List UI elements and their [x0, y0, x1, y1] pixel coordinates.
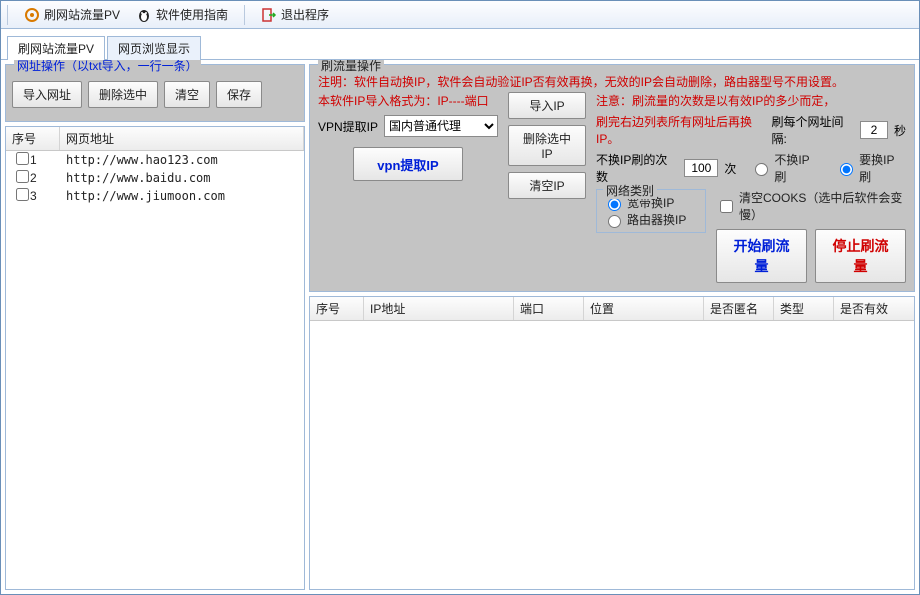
brush-ops-legend: 刷流量操作 [318, 59, 384, 74]
radio-change-ip[interactable]: 要换IP刷 [835, 151, 906, 185]
delete-selected-url-button[interactable]: 删除选中 [88, 81, 158, 108]
url-list-header: 序号 网页地址 [6, 127, 304, 151]
row-url: http://www.jiumoon.com [60, 189, 304, 203]
clear-ip-button[interactable]: 清空IP [508, 172, 586, 199]
import-url-button[interactable]: 导入网址 [12, 81, 82, 108]
right-panel: 刷流量操作 注明：软件自动换IP，软件会自动验证IP否有效再换，无效的IP会自动… [309, 64, 915, 590]
table-row[interactable]: 1http://www.hao123.com [6, 151, 304, 169]
save-url-button[interactable]: 保存 [216, 81, 262, 108]
exit-icon [261, 7, 277, 23]
toolbar-exit[interactable]: 退出程序 [261, 6, 329, 23]
clear-url-button[interactable]: 清空 [164, 81, 210, 108]
import-ip-button[interactable]: 导入IP [508, 92, 586, 119]
tab-bar: 刷网站流量PV 网页浏览显示 [1, 35, 919, 59]
brush-ops-group: 刷流量操作 注明：软件自动换IP，软件会自动验证IP否有效再换，无效的IP会自动… [309, 64, 915, 292]
col-ip-addr[interactable]: IP地址 [364, 297, 514, 320]
left-panel: 网址操作（以txt导入，一行一条） 导入网址 删除选中 清空 保存 序号 网页地… [5, 64, 305, 590]
url-ops-buttons: 导入网址 删除选中 清空 保存 [12, 81, 298, 108]
table-row[interactable]: 3http://www.jiumoon.com [6, 187, 304, 205]
col-idx[interactable]: 序号 [6, 127, 60, 150]
col-ip-type[interactable]: 类型 [774, 297, 834, 320]
url-list-body[interactable]: 1http://www.hao123.com2http://www.baidu.… [6, 151, 304, 589]
noip-count-input[interactable] [684, 159, 718, 177]
col-ip-anon[interactable]: 是否匿名 [704, 297, 774, 320]
col-ip-valid[interactable]: 是否有效 [834, 297, 914, 320]
client-area: 网址操作（以txt导入，一行一条） 导入网址 删除选中 清空 保存 序号 网页地… [1, 59, 919, 594]
warn-replace: 刷完右边列表所有网址后再换IP。 [596, 113, 765, 147]
vpn-fetch-button[interactable]: vpn提取IP [353, 147, 463, 181]
stop-brush-button[interactable]: 停止刷流量 [815, 229, 906, 283]
tab-browse[interactable]: 网页浏览显示 [107, 36, 201, 60]
start-brush-button[interactable]: 开始刷流量 [716, 229, 807, 283]
noip-count-label-b: 次 [724, 160, 736, 177]
note-format: 本软件IP导入格式为：IP----端口 [318, 92, 498, 109]
interval-input[interactable] [860, 121, 888, 139]
net-type-legend: 网络类别 [603, 182, 657, 199]
target-icon [24, 7, 40, 23]
vpn-select[interactable]: 国内普通代理 [384, 115, 498, 137]
interval-label-b: 秒 [894, 122, 906, 139]
ip-list: 序号 IP地址 端口 位置 是否匿名 类型 是否有效 [309, 296, 915, 590]
col-ip-loc[interactable]: 位置 [584, 297, 704, 320]
row-idx: 2 [24, 171, 60, 185]
net-type-group: 网络类别 宽带换IP 路由器换IP [596, 189, 706, 233]
interval-label-a: 刷每个网址间隔: [771, 113, 854, 147]
col-ip-port[interactable]: 端口 [514, 297, 584, 320]
row-url: http://www.baidu.com [60, 171, 304, 185]
radio-router[interactable]: 路由器换IP [603, 211, 699, 228]
url-ops-group: 网址操作（以txt导入，一行一条） 导入网址 删除选中 清空 保存 [5, 64, 305, 122]
delete-selected-ip-button[interactable]: 删除选中IP [508, 125, 586, 166]
col-url[interactable]: 网页地址 [60, 127, 304, 150]
toolbar-separator [7, 5, 8, 25]
note-usage: 注明：软件自动换IP，软件会自动验证IP否有效再换，无效的IP会自动删除，路由器… [318, 73, 906, 90]
toolbar-brush-label: 刷网站流量PV [44, 6, 120, 23]
radio-no-ip[interactable]: 不换IP刷 [750, 151, 821, 185]
url-list: 序号 网页地址 1http://www.hao123.com2http://ww… [5, 126, 305, 590]
clear-cooks-checkbox[interactable]: 清空COOKS（选中后软件会变慢） [716, 189, 906, 223]
toolbar: 刷网站流量PV 软件使用指南 退出程序 [1, 1, 919, 29]
toolbar-exit-label: 退出程序 [281, 6, 329, 23]
ip-list-header: 序号 IP地址 端口 位置 是否匿名 类型 是否有效 [310, 297, 914, 321]
table-row[interactable]: 2http://www.baidu.com [6, 169, 304, 187]
penguin-icon [136, 7, 152, 23]
row-url: http://www.hao123.com [60, 153, 304, 167]
ip-list-body[interactable] [310, 321, 914, 589]
toolbar-separator [244, 5, 245, 25]
vpn-label: VPN提取IP [318, 118, 378, 135]
toolbar-brush[interactable]: 刷网站流量PV [24, 6, 120, 23]
toolbar-guide[interactable]: 软件使用指南 [136, 6, 228, 23]
row-idx: 3 [24, 189, 60, 203]
warn-count: 注意：刷流量的次数是以有效IP的多少而定， [596, 92, 906, 109]
toolbar-guide-label: 软件使用指南 [156, 6, 228, 23]
url-ops-legend: 网址操作（以txt导入，一行一条） [14, 59, 201, 74]
app-window: 刷网站流量PV 软件使用指南 退出程序 刷网站流量PV 网页浏览显示 网址操作（… [0, 0, 920, 595]
tab-brush[interactable]: 刷网站流量PV [7, 36, 105, 60]
ip-button-column: 导入IP 删除选中IP 清空IP [508, 92, 586, 199]
noip-count-label-a: 不换IP刷的次数 [596, 151, 678, 185]
row-idx: 1 [24, 153, 60, 167]
col-ip-idx[interactable]: 序号 [310, 297, 364, 320]
